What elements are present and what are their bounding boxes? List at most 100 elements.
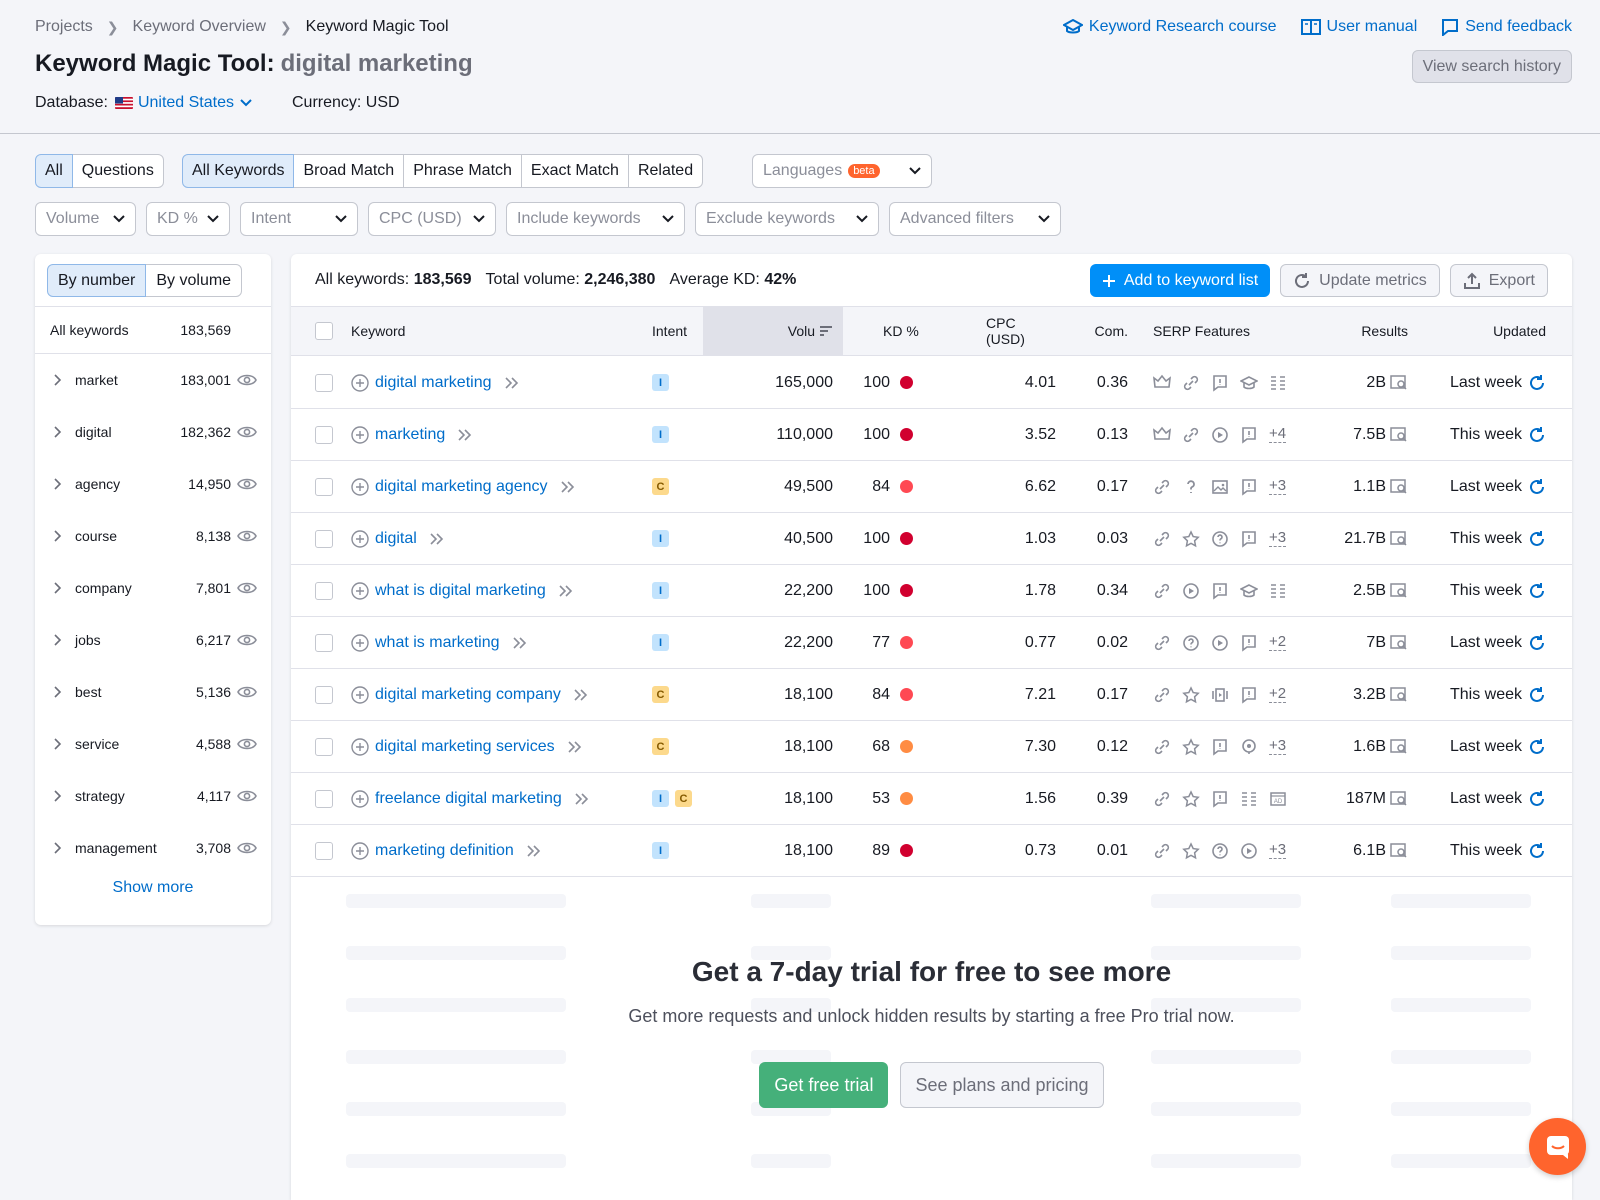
refresh-icon[interactable] <box>1528 634 1546 652</box>
serp-preview-icon[interactable] <box>1390 478 1408 495</box>
tab-related[interactable]: Related <box>627 154 704 188</box>
eye-icon[interactable] <box>237 789 257 803</box>
row-checkbox[interactable] <box>315 477 333 496</box>
more-serp-features[interactable]: +4 <box>1269 426 1287 443</box>
tab-exact-match[interactable]: Exact Match <box>520 154 629 188</box>
column-updated[interactable]: Updated <box>1473 307 1546 355</box>
sidebar-item-jobs[interactable]: jobs 6,217 <box>35 614 271 666</box>
intent-filter[interactable]: Intent <box>240 202 358 236</box>
keyword-link[interactable]: digital marketing company <box>375 686 561 704</box>
double-chevron-icon[interactable] <box>457 428 473 441</box>
tab-phrase-match[interactable]: Phrase Match <box>403 154 522 188</box>
add-keyword-icon[interactable] <box>351 685 369 704</box>
sidebar-item-service[interactable]: service 4,588 <box>35 718 271 770</box>
question-icon[interactable] <box>1182 478 1200 496</box>
chat-widget-button[interactable] <box>1529 1118 1586 1175</box>
list-icon[interactable] <box>1269 374 1287 392</box>
refresh-icon[interactable] <box>1528 426 1546 444</box>
double-chevron-icon[interactable] <box>560 480 576 493</box>
select-all-checkbox[interactable] <box>315 322 333 340</box>
add-keyword-icon[interactable] <box>351 477 369 496</box>
double-chevron-icon[interactable] <box>558 584 574 597</box>
link-icon[interactable] <box>1153 738 1171 756</box>
keyword-link[interactable]: digital marketing services <box>375 738 555 756</box>
image-icon[interactable] <box>1211 478 1229 496</box>
keyword-link[interactable]: marketing definition <box>375 842 514 860</box>
add-keyword-icon[interactable] <box>351 841 369 860</box>
sidebar-item-strategy[interactable]: strategy 4,117 <box>35 770 271 822</box>
breadcrumb-projects[interactable]: Projects <box>35 18 93 36</box>
eye-icon[interactable] <box>237 373 257 387</box>
crown-icon[interactable] <box>1153 374 1171 392</box>
see-plans-button[interactable]: See plans and pricing <box>900 1062 1104 1108</box>
column-volume[interactable]: Volu <box>703 307 843 355</box>
include-keywords-filter[interactable]: Include keywords <box>506 202 685 236</box>
link-icon[interactable] <box>1182 426 1200 444</box>
column-kd[interactable]: KD % <box>883 307 919 355</box>
breadcrumb-keyword-overview[interactable]: Keyword Overview <box>133 18 266 36</box>
double-chevron-icon[interactable] <box>504 376 520 389</box>
update-metrics-button[interactable]: Update metrics <box>1280 264 1440 297</box>
sidebar-item-market[interactable]: market 183,001 <box>35 354 271 406</box>
serp-preview-icon[interactable] <box>1390 634 1408 651</box>
export-button[interactable]: Export <box>1449 264 1548 297</box>
serp-preview-icon[interactable] <box>1390 738 1408 755</box>
refresh-icon[interactable] <box>1528 686 1546 704</box>
by-number-toggle[interactable]: By number <box>47 264 147 297</box>
tab-all-keywords[interactable]: All Keywords <box>182 154 295 188</box>
add-keyword-icon[interactable] <box>351 373 369 392</box>
link-icon[interactable] <box>1153 582 1171 600</box>
user-manual-link[interactable]: User manual <box>1300 18 1417 36</box>
double-chevron-icon[interactable] <box>573 688 589 701</box>
eye-icon[interactable] <box>237 581 257 595</box>
double-chevron-icon[interactable] <box>512 636 528 649</box>
eye-icon[interactable] <box>237 477 257 491</box>
kd-filter[interactable]: KD % <box>146 202 230 236</box>
chevron-right-icon[interactable] <box>54 530 62 542</box>
column-results[interactable]: Results <box>1336 307 1408 355</box>
sidebar-item-best[interactable]: best 5,136 <box>35 666 271 718</box>
list-icon[interactable] <box>1269 582 1287 600</box>
more-serp-features[interactable]: +3 <box>1269 530 1287 547</box>
tab-questions[interactable]: Questions <box>71 154 164 188</box>
sidebar-item-course[interactable]: course 8,138 <box>35 510 271 562</box>
video-icon[interactable] <box>1240 842 1258 860</box>
faq-icon[interactable] <box>1211 530 1229 548</box>
star-icon[interactable] <box>1182 737 1200 756</box>
link-icon[interactable] <box>1153 478 1171 496</box>
more-serp-features[interactable]: +2 <box>1269 634 1287 651</box>
serp-preview-icon[interactable] <box>1390 374 1408 391</box>
eye-icon[interactable] <box>237 425 257 439</box>
column-cpc[interactable]: CPC (USD) <box>986 307 1056 355</box>
link-icon[interactable] <box>1153 634 1171 652</box>
refresh-icon[interactable] <box>1528 530 1546 548</box>
add-to-keyword-list-button[interactable]: Add to keyword list <box>1089 264 1271 297</box>
graduation-icon[interactable] <box>1240 582 1258 600</box>
review-icon[interactable] <box>1211 582 1229 600</box>
double-chevron-icon[interactable] <box>429 532 445 545</box>
star-icon[interactable] <box>1182 789 1200 808</box>
sidebar-item-digital[interactable]: digital 182,362 <box>35 406 271 458</box>
row-checkbox[interactable] <box>315 529 333 548</box>
view-search-history-button[interactable]: View search history <box>1411 50 1572 83</box>
star-icon[interactable] <box>1182 685 1200 704</box>
serp-preview-icon[interactable] <box>1390 530 1408 547</box>
video-icon[interactable] <box>1211 426 1229 444</box>
eye-icon[interactable] <box>237 529 257 543</box>
eye-icon[interactable] <box>237 633 257 647</box>
add-keyword-icon[interactable] <box>351 789 369 808</box>
get-free-trial-button[interactable]: Get free trial <box>759 1062 889 1108</box>
serp-preview-icon[interactable] <box>1390 426 1408 443</box>
chevron-right-icon[interactable] <box>54 478 62 490</box>
database-selector[interactable]: United States <box>138 94 252 112</box>
refresh-icon[interactable] <box>1528 582 1546 600</box>
double-chevron-icon[interactable] <box>567 740 583 753</box>
refresh-icon[interactable] <box>1528 842 1546 860</box>
serp-preview-icon[interactable] <box>1390 842 1408 859</box>
link-icon[interactable] <box>1153 790 1171 808</box>
more-serp-features[interactable]: +3 <box>1269 738 1287 755</box>
exclude-keywords-filter[interactable]: Exclude keywords <box>695 202 879 236</box>
chevron-right-icon[interactable] <box>54 686 62 698</box>
ad-icon[interactable]: AD <box>1269 790 1287 808</box>
column-keyword[interactable]: Keyword <box>351 307 405 355</box>
